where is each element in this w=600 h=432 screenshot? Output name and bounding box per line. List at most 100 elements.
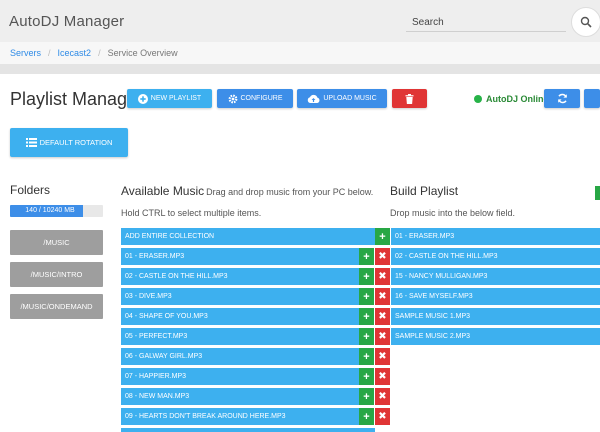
configure-label: CONFIGURE — [240, 95, 283, 102]
close-icon: ✖ — [378, 291, 387, 302]
folders-title: Folders — [10, 183, 51, 197]
search-input[interactable] — [406, 14, 566, 32]
available-music-subtitle: Drag and drop music from your PC below. — [206, 187, 374, 197]
build-playlist-title: Build Playlist — [390, 184, 459, 198]
default-rotation-button[interactable]: DEFAULT ROTATION — [10, 128, 128, 157]
add-track-button[interactable]: + — [359, 348, 374, 365]
new-playlist-button[interactable]: NEW PLAYLIST — [127, 89, 212, 108]
refresh-button[interactable] — [544, 89, 580, 108]
close-icon: ✖ — [378, 371, 387, 382]
delete-playlist-button[interactable] — [392, 89, 427, 108]
plus-icon: + — [363, 250, 370, 263]
default-rotation-label: DEFAULT ROTATION — [39, 138, 113, 147]
status-online-dot — [474, 95, 482, 103]
available-music-item[interactable]: 02 - CASTLE ON THE HILL.MP3 — [121, 268, 359, 285]
upload-music-label: UPLOAD MUSIC — [323, 95, 377, 102]
available-music-hint: Hold CTRL to select multiple items. — [121, 208, 262, 218]
storage-progress-text: 140 / 10240 MB — [25, 207, 75, 214]
add-entire-collection[interactable]: ADD ENTIRE COLLECTION — [121, 228, 375, 245]
plus-icon: + — [379, 230, 386, 243]
available-music-item[interactable]: 07 - HAPPIER.MP3 — [121, 368, 359, 385]
add-track-button[interactable]: + — [359, 388, 374, 405]
delete-track-button[interactable]: ✖ — [375, 268, 390, 285]
plus-icon: + — [363, 410, 370, 423]
playlist-item[interactable]: 01 - ERASER.MP3 — [391, 228, 600, 245]
delete-track-button[interactable]: ✖ — [375, 288, 390, 305]
add-track-button[interactable]: + — [359, 308, 374, 325]
folder-music[interactable]: /MUSIC — [10, 230, 103, 255]
plus-icon: + — [363, 290, 370, 303]
available-music-item[interactable]: 09 - HEARTS DON'T BREAK AROUND HERE.MP3 — [121, 408, 359, 425]
new-playlist-label: NEW PLAYLIST — [150, 95, 202, 102]
close-icon: ✖ — [378, 271, 387, 282]
trash-icon — [405, 93, 414, 104]
refresh-icon — [557, 93, 567, 104]
add-track-button[interactable]: + — [359, 288, 374, 305]
available-music-item-partial[interactable] — [121, 428, 375, 432]
close-icon: ✖ — [378, 351, 387, 362]
breadcrumb-separator: / — [48, 48, 51, 58]
top-bar: AutoDJ Manager — [0, 0, 600, 42]
page-title: Playlist Manager — [10, 89, 144, 109]
available-music-item[interactable]: 08 - NEW MAN.MP3 — [121, 388, 359, 405]
app-title: AutoDJ Manager — [9, 13, 125, 30]
playlist-item[interactable]: 16 - SAVE MYSELF.MP3 — [391, 288, 600, 305]
plus-icon: + — [363, 330, 370, 343]
playlist-item[interactable]: 15 - NANCY MULLIGAN.MP3 — [391, 268, 600, 285]
close-icon: ✖ — [378, 331, 387, 342]
folder-music-intro[interactable]: /MUSIC/INTRO — [10, 262, 103, 287]
save-playlist-button[interactable] — [595, 186, 600, 200]
delete-track-button[interactable]: ✖ — [375, 328, 390, 345]
available-music-heading: Available Music — [121, 184, 205, 198]
delete-track-button[interactable]: ✖ — [375, 388, 390, 405]
breadcrumb-icecast2[interactable]: Icecast2 — [58, 48, 92, 58]
delete-track-button[interactable]: ✖ — [375, 308, 390, 325]
folder-music-ondemand[interactable]: /MUSIC/ONDEMAND — [10, 294, 103, 319]
plus-icon: + — [363, 310, 370, 323]
delete-track-button[interactable]: ✖ — [375, 348, 390, 365]
plus-icon: + — [363, 350, 370, 363]
gear-icon — [228, 94, 237, 103]
available-music-title: Available Music Drag and drop music from … — [121, 184, 373, 198]
available-music-item[interactable]: 06 - GALWAY GIRL.MP3 — [121, 348, 359, 365]
search-button[interactable] — [571, 7, 600, 37]
upload-music-button[interactable]: UPLOAD MUSIC — [297, 89, 387, 108]
plus-circle-icon — [137, 93, 148, 104]
status-label: AutoDJ Online — [486, 94, 549, 104]
add-track-button[interactable]: + — [359, 328, 374, 345]
plus-icon: + — [363, 370, 370, 383]
add-track-button[interactable]: + — [359, 248, 374, 265]
close-icon: ✖ — [378, 311, 387, 322]
close-icon: ✖ — [378, 251, 387, 262]
close-icon: ✖ — [378, 411, 387, 422]
search-icon — [580, 16, 592, 28]
add-track-button[interactable]: + — [359, 408, 374, 425]
autodj-status: AutoDJ Online — [474, 94, 549, 104]
delete-track-button[interactable]: ✖ — [375, 368, 390, 385]
build-playlist-hint: Drop music into the below field. — [390, 208, 516, 218]
add-collection-button[interactable]: + — [375, 228, 390, 245]
playlist-item[interactable]: SAMPLE MUSIC 2.MP3 — [391, 328, 600, 345]
breadcrumb-servers[interactable]: Servers — [10, 48, 41, 58]
add-track-button[interactable]: + — [359, 268, 374, 285]
breadcrumb: Servers / Icecast2 / Service Overview — [0, 42, 600, 64]
list-icon — [25, 138, 37, 147]
add-track-button[interactable]: + — [359, 368, 374, 385]
available-music-item[interactable]: 05 - PERFECT.MP3 — [121, 328, 359, 345]
more-button[interactable] — [584, 89, 600, 108]
plus-icon: + — [363, 270, 370, 283]
plus-icon: + — [363, 390, 370, 403]
available-music-item[interactable]: 03 - DIVE.MP3 — [121, 288, 359, 305]
playlist-item[interactable]: SAMPLE MUSIC 1.MP3 — [391, 308, 600, 325]
delete-track-button[interactable]: ✖ — [375, 248, 390, 265]
available-music-item[interactable]: 04 - SHAPE OF YOU.MP3 — [121, 308, 359, 325]
available-music-item[interactable]: 01 - ERASER.MP3 — [121, 248, 359, 265]
configure-button[interactable]: CONFIGURE — [217, 89, 293, 108]
breadcrumb-separator: / — [98, 48, 101, 58]
playlist-item[interactable]: 02 - CASTLE ON THE HILL.MP3 — [391, 248, 600, 265]
close-icon: ✖ — [378, 391, 387, 402]
header-divider — [0, 64, 600, 74]
cloud-upload-icon — [308, 94, 320, 103]
delete-track-button[interactable]: ✖ — [375, 408, 390, 425]
breadcrumb-current: Service Overview — [107, 48, 178, 58]
